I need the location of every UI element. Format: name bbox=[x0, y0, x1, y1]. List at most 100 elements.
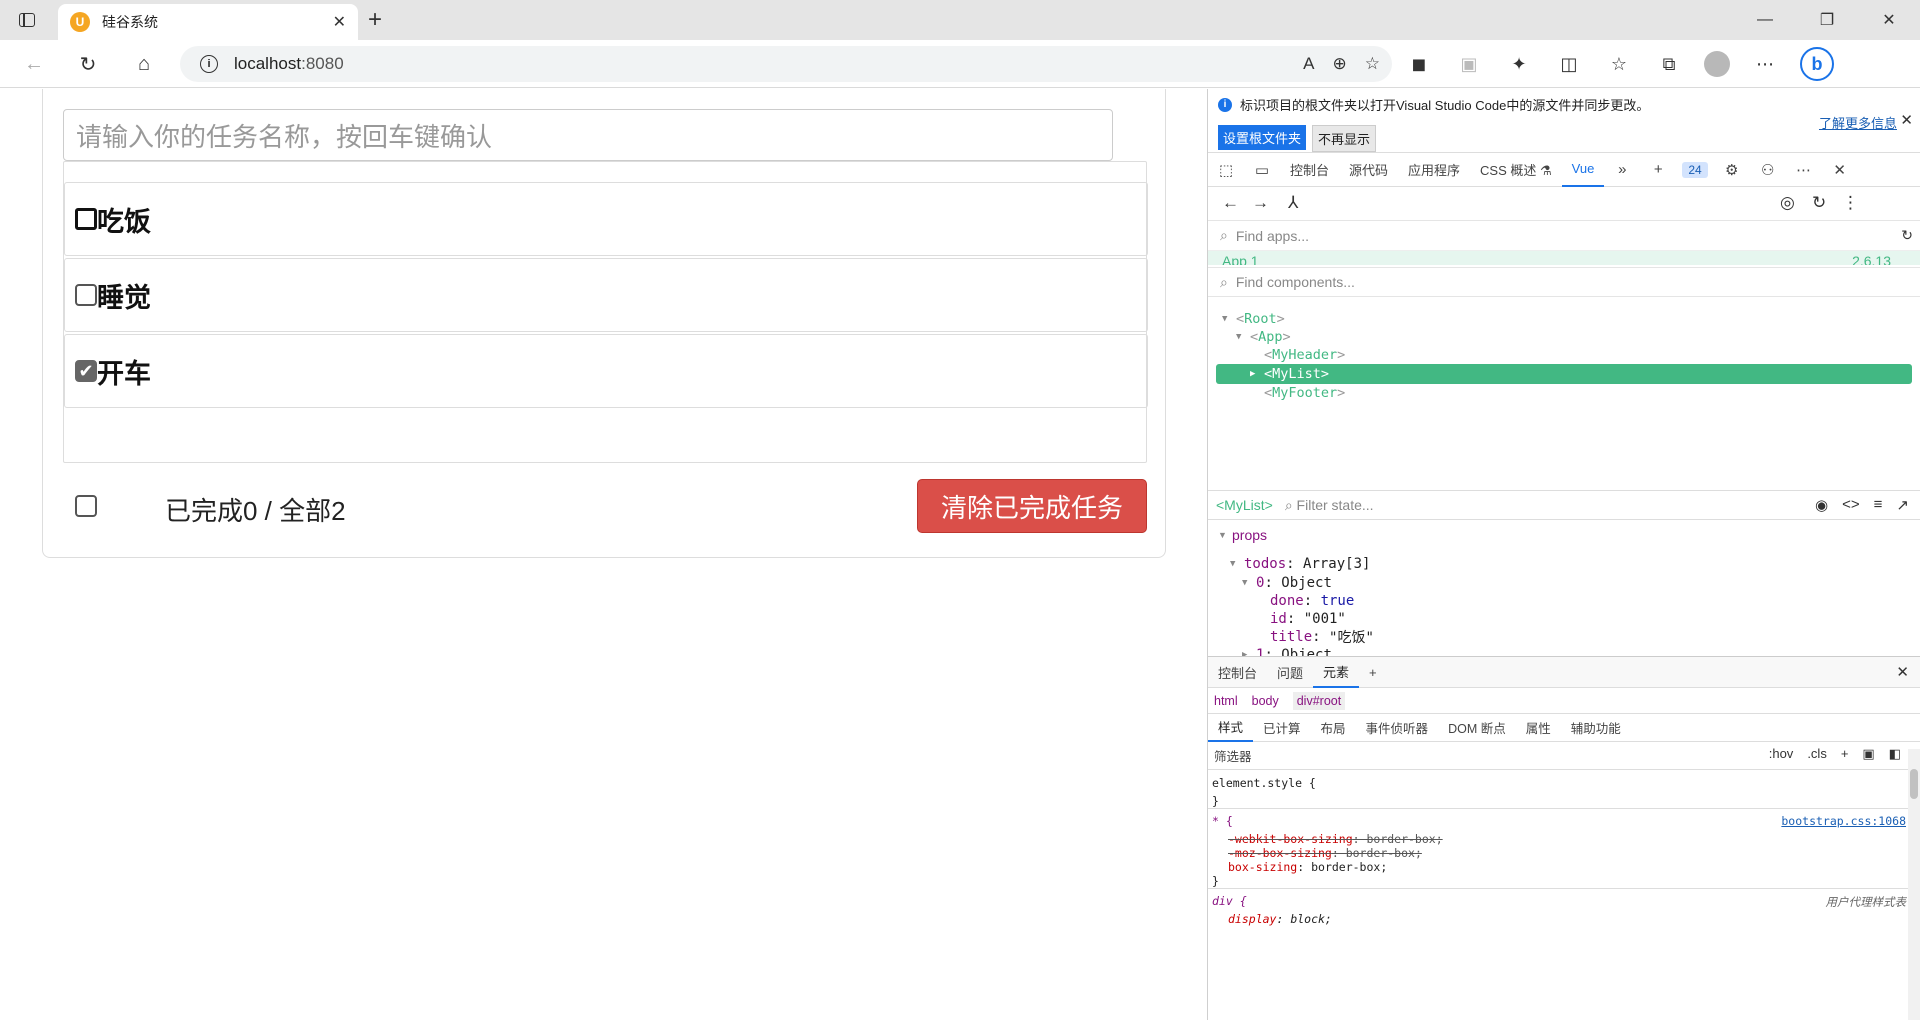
element-style-rule[interactable]: element.style { bbox=[1212, 776, 1316, 790]
tab-actions-icon[interactable] bbox=[14, 8, 40, 32]
breadcrumb-html[interactable]: html bbox=[1214, 694, 1238, 708]
style-declaration[interactable]: -moz-box-sizing: border-box; bbox=[1228, 846, 1422, 860]
todo-checkbox[interactable]: ✔ bbox=[75, 360, 97, 382]
close-devtools-icon[interactable]: ✕ bbox=[1822, 153, 1858, 187]
scroll-to-icon[interactable]: ◉ bbox=[1815, 496, 1828, 514]
close-window-icon[interactable]: ✕ bbox=[1858, 0, 1920, 40]
drawer-tab-elements[interactable]: 元素 bbox=[1313, 656, 1360, 688]
tab-css-overview[interactable]: CSS 概述 ⚗ bbox=[1470, 153, 1562, 187]
tab-vue[interactable]: Vue bbox=[1561, 153, 1605, 187]
tree-node-app[interactable]: ▼ < App > bbox=[1236, 327, 1291, 347]
select-all-checkbox[interactable] bbox=[75, 495, 97, 517]
read-aloud-icon[interactable]: A bbox=[1303, 54, 1314, 74]
refresh-icon[interactable]: ↻ bbox=[1812, 193, 1826, 213]
add-drawer-tab-icon[interactable]: + bbox=[1359, 656, 1387, 688]
feedback-icon[interactable]: ⚇ bbox=[1750, 153, 1786, 187]
state-row[interactable]: ▼ 0: Object bbox=[1242, 574, 1332, 592]
refresh-apps-icon[interactable]: ↻ bbox=[1901, 227, 1913, 244]
refresh-icon[interactable]: ↻ bbox=[74, 50, 102, 78]
issues-badge[interactable]: 24 bbox=[1682, 161, 1708, 178]
find-apps-input[interactable]: ⌕ Find apps... ↻ bbox=[1208, 221, 1920, 251]
close-infobar-icon[interactable]: ✕ bbox=[1900, 111, 1913, 129]
settings-icon[interactable]: ⚙ bbox=[1714, 153, 1750, 187]
subtab-properties[interactable]: 属性 bbox=[1516, 714, 1561, 742]
color-palette-icon[interactable]: ▣ bbox=[1862, 746, 1874, 762]
todo-checkbox[interactable] bbox=[75, 284, 97, 306]
state-row[interactable]: done: true bbox=[1270, 592, 1354, 610]
bootstrap-source-link[interactable]: bootstrap.css:1068 bbox=[1781, 814, 1906, 828]
subtab-accessibility[interactable]: 辅助功能 bbox=[1561, 714, 1631, 742]
div-selector[interactable]: div { bbox=[1212, 894, 1247, 908]
device-toolbar-icon[interactable]: ▭ bbox=[1244, 153, 1280, 187]
cls-toggle[interactable]: .cls bbox=[1807, 746, 1827, 762]
app-row[interactable]: App 1 2.6.13 bbox=[1208, 251, 1920, 265]
restore-icon[interactable]: ❐ bbox=[1796, 0, 1858, 40]
star-selector[interactable]: * { bbox=[1212, 814, 1233, 828]
styles-scrollbar[interactable] bbox=[1908, 749, 1920, 1020]
url-input[interactable]: i localhost:8080 A ⊕ ☆ bbox=[180, 46, 1392, 82]
new-style-rule-icon[interactable]: + bbox=[1841, 746, 1849, 762]
new-tab-icon[interactable]: + bbox=[368, 8, 382, 32]
split-screen-icon[interactable]: ◫ bbox=[1554, 49, 1584, 79]
hov-toggle[interactable]: :hov bbox=[1769, 746, 1794, 762]
subtab-computed[interactable]: 已计算 bbox=[1253, 714, 1311, 742]
props-section[interactable]: ▼ props bbox=[1218, 526, 1267, 544]
close-drawer-icon[interactable]: ✕ bbox=[1896, 663, 1909, 681]
clear-completed-button[interactable]: 清除已完成任务 bbox=[917, 479, 1147, 533]
state-row[interactable]: title: "吃饭" bbox=[1270, 628, 1374, 646]
todo-item[interactable]: ✔ 开车 bbox=[64, 334, 1148, 408]
tree-node-myfooter[interactable]: < MyFooter > bbox=[1264, 383, 1345, 403]
todo-item[interactable]: 睡觉 bbox=[64, 258, 1148, 332]
tab-console[interactable]: 控制台 bbox=[1280, 153, 1339, 187]
collections-icon[interactable]: ⧉ bbox=[1654, 49, 1684, 79]
inspect-icon[interactable]: ⬚ bbox=[1208, 153, 1244, 187]
open-in-editor-icon[interactable]: ↗ bbox=[1896, 496, 1909, 514]
subtab-layout[interactable]: 布局 bbox=[1311, 714, 1356, 742]
tab-sources[interactable]: 源代码 bbox=[1339, 153, 1398, 187]
breadcrumb-div-root[interactable]: div#root bbox=[1292, 691, 1346, 710]
style-declaration[interactable]: display: block; bbox=[1228, 912, 1332, 926]
tab-application[interactable]: 应用程序 bbox=[1398, 153, 1470, 187]
forward-icon[interactable]: → bbox=[1252, 193, 1269, 213]
component-tree-icon[interactable]: ⅄ bbox=[1288, 193, 1298, 213]
filter-state-input[interactable]: ⌕ Filter state... bbox=[1285, 497, 1374, 514]
back-icon[interactable]: ← bbox=[1222, 193, 1239, 213]
subtab-dom-breakpoints[interactable]: DOM 断点 bbox=[1438, 714, 1516, 742]
drawer-tab-issues[interactable]: 问题 bbox=[1267, 656, 1313, 688]
toggle-sidebar-icon[interactable]: ◧ bbox=[1889, 746, 1901, 762]
add-tab-icon[interactable]: + bbox=[1640, 153, 1676, 187]
extensions-icon[interactable]: ✦ bbox=[1504, 49, 1534, 79]
drawer-tab-console[interactable]: 控制台 bbox=[1208, 656, 1267, 688]
back-icon[interactable]: ← bbox=[20, 50, 48, 78]
todo-checkbox[interactable] bbox=[75, 208, 97, 230]
target-icon[interactable]: ◎ bbox=[1780, 193, 1795, 213]
devtools-menu-icon[interactable]: ⋯ bbox=[1786, 153, 1822, 187]
set-root-folder-button[interactable]: 设置根文件夹 bbox=[1218, 125, 1307, 150]
state-row[interactable]: ▼ todos: Array[3] bbox=[1230, 555, 1370, 573]
dont-show-again-button[interactable]: 不再显示 bbox=[1312, 125, 1377, 152]
extension-2-icon[interactable]: ▣ bbox=[1454, 49, 1484, 79]
tree-node-mylist[interactable]: ▶ < MyList > bbox=[1216, 364, 1912, 384]
todo-item[interactable]: 吃饭 bbox=[64, 182, 1148, 256]
home-icon[interactable]: ⌂ bbox=[130, 50, 158, 78]
add-favorite-icon[interactable]: ☆ bbox=[1365, 54, 1380, 74]
subtab-styles[interactable]: 样式 bbox=[1208, 714, 1254, 742]
style-declaration[interactable]: box-sizing: border-box; bbox=[1228, 860, 1387, 874]
inspect-dom-icon[interactable]: <> bbox=[1842, 496, 1860, 514]
style-declaration[interactable]: -webkit-box-sizing: border-box; bbox=[1228, 832, 1443, 846]
more-icon[interactable]: ⋯ bbox=[1750, 49, 1780, 79]
state-row[interactable]: ▶ 1: Object bbox=[1242, 646, 1332, 656]
vue-menu-icon[interactable]: ⋮ bbox=[1842, 193, 1859, 213]
profile-avatar[interactable] bbox=[1704, 51, 1730, 77]
tree-node-root[interactable]: ▼ < Root > bbox=[1222, 309, 1285, 329]
show-render-code-icon[interactable]: ≡ bbox=[1874, 496, 1883, 514]
zoom-icon[interactable]: ⊕ bbox=[1333, 54, 1347, 74]
extension-icon[interactable]: ◼ bbox=[1404, 49, 1434, 79]
favorites-icon[interactable]: ☆ bbox=[1604, 49, 1634, 79]
find-components-input[interactable]: ⌕ Find components... bbox=[1208, 267, 1920, 297]
close-tab-icon[interactable]: ✕ bbox=[333, 12, 346, 32]
state-row[interactable]: id: "001" bbox=[1270, 610, 1346, 628]
styles-filter-input[interactable]: 筛选器 bbox=[1214, 746, 1252, 765]
subtab-event-listeners[interactable]: 事件侦听器 bbox=[1356, 714, 1439, 742]
breadcrumb-body[interactable]: body bbox=[1252, 694, 1279, 708]
